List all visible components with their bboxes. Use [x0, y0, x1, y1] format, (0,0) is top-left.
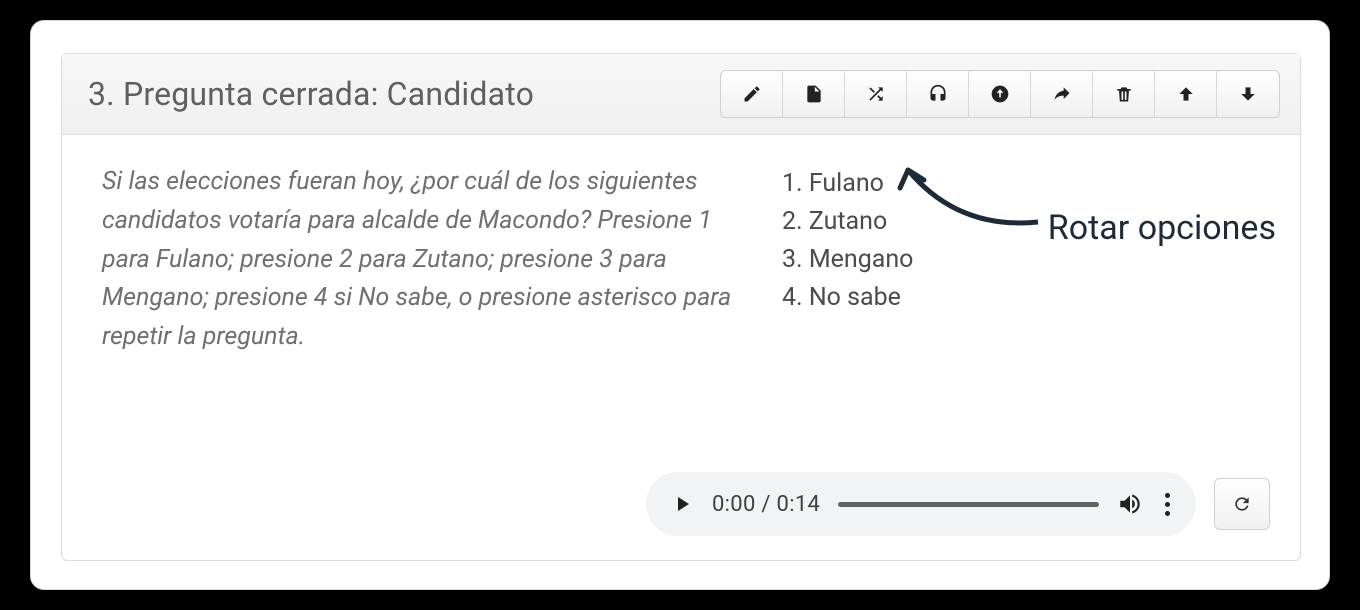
upload-button[interactable]: [969, 71, 1031, 117]
share-icon: [1052, 84, 1072, 104]
file-icon: [804, 84, 824, 104]
audio-player: 0:00 / 0:14: [646, 472, 1196, 536]
refresh-icon: [1232, 494, 1252, 514]
option-label: Mengano: [809, 245, 914, 274]
screenshot-frame: 3. Pregunta cerrada: Candidato: [30, 20, 1330, 590]
question-title: 3. Pregunta cerrada: Candidato: [88, 75, 534, 113]
volume-icon: [1117, 491, 1143, 517]
audio-row: 0:00 / 0:14: [646, 472, 1270, 536]
reload-button[interactable]: [1214, 478, 1270, 530]
shuffle-button[interactable]: [845, 71, 907, 117]
move-down-button[interactable]: [1217, 71, 1279, 117]
question-card: 3. Pregunta cerrada: Candidato: [61, 53, 1301, 561]
option-row: 1. Fulano: [782, 165, 1260, 203]
progress-slider[interactable]: [838, 502, 1099, 507]
card-body: Si las elecciones fueran hoy, ¿por cuál …: [62, 135, 1300, 357]
shuffle-icon: [866, 84, 886, 104]
current-time: 0:00: [712, 492, 756, 517]
option-row: 3. Mengano: [782, 241, 1260, 279]
option-label: Fulano: [809, 169, 884, 198]
edit-button[interactable]: [721, 71, 783, 117]
play-button[interactable]: [670, 492, 694, 516]
card-header: 3. Pregunta cerrada: Candidato: [62, 54, 1300, 135]
option-number: 1.: [782, 169, 809, 198]
copy-button[interactable]: [783, 71, 845, 117]
delete-button[interactable]: [1093, 71, 1155, 117]
time-display: 0:00 / 0:14: [712, 492, 820, 517]
option-row: 4. No sabe: [782, 279, 1260, 317]
option-label: No sabe: [809, 283, 901, 312]
audio-button[interactable]: [907, 71, 969, 117]
trash-icon: [1114, 84, 1134, 104]
move-up-button[interactable]: [1155, 71, 1217, 117]
arrow-down-icon: [1238, 84, 1258, 104]
question-text: Si las elecciones fueran hoy, ¿por cuál …: [102, 163, 742, 357]
question-toolbar: [720, 70, 1280, 118]
option-row: 2. Zutano: [782, 203, 1260, 241]
total-time: 0:14: [777, 492, 821, 517]
pencil-icon: [742, 84, 762, 104]
audio-menu-button[interactable]: [1161, 489, 1174, 520]
arrow-up-icon: [1176, 84, 1196, 104]
option-number: 3.: [782, 245, 809, 274]
play-icon: [670, 492, 694, 516]
headphones-icon: [928, 84, 948, 104]
option-list: 1. Fulano 2. Zutano 3. Mengano 4. No sab…: [782, 163, 1260, 357]
kebab-icon: [1161, 489, 1174, 520]
option-number: 2.: [782, 207, 809, 236]
share-button[interactable]: [1031, 71, 1093, 117]
option-label: Zutano: [809, 207, 887, 236]
volume-button[interactable]: [1117, 491, 1143, 517]
upload-icon: [990, 84, 1010, 104]
option-number: 4.: [782, 283, 809, 312]
